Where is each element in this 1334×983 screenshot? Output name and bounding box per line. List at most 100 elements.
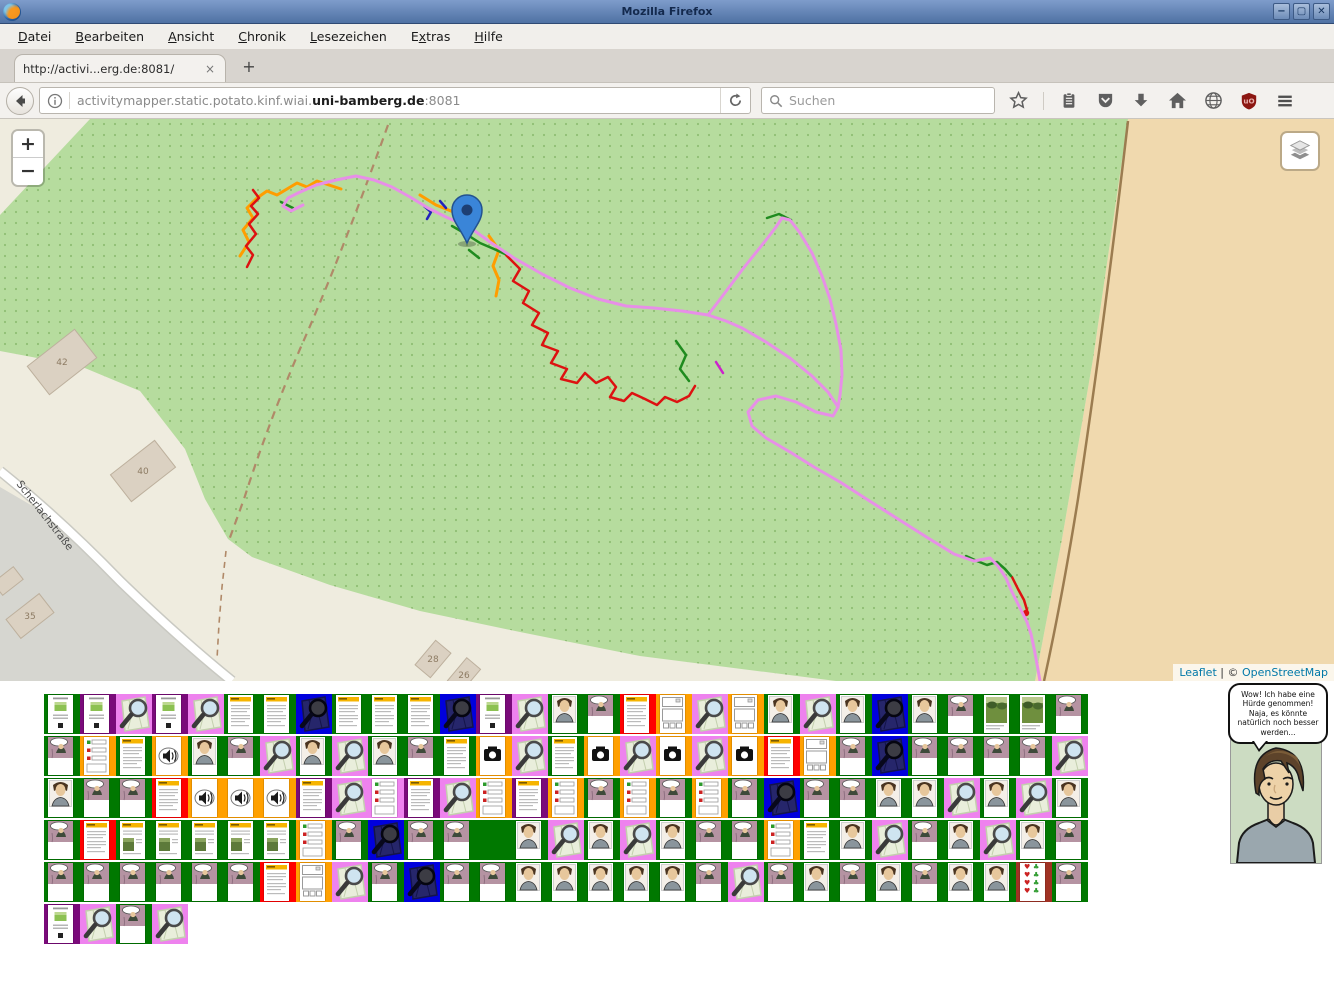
activity-tile-speaker[interactable] (224, 778, 260, 818)
activity-tile-comic[interactable] (800, 778, 836, 818)
activity-tile-comic[interactable] (1052, 820, 1088, 860)
activity-tile-docphoto[interactable] (188, 820, 224, 860)
activity-tile-docphoto[interactable] (224, 820, 260, 860)
activity-tile-osmdark[interactable] (404, 862, 440, 902)
activity-tile-camera[interactable] (728, 736, 764, 776)
activity-tile-osm[interactable] (872, 820, 908, 860)
activity-tile-form[interactable] (296, 862, 332, 902)
activity-tile-doc[interactable] (368, 694, 404, 734)
activity-tile-osm[interactable] (152, 904, 188, 944)
activity-tile-portrait[interactable] (584, 820, 620, 860)
activity-tile-portrait[interactable] (584, 862, 620, 902)
activity-tile-portrait[interactable] (1016, 820, 1052, 860)
activity-tile-comic[interactable] (224, 736, 260, 776)
activity-tile-portrait[interactable] (908, 778, 944, 818)
activity-tile-comic[interactable] (116, 904, 152, 944)
activity-tile-app[interactable] (44, 694, 80, 734)
activity-tile-comic[interactable] (836, 778, 872, 818)
activity-tile-speaker[interactable] (260, 778, 296, 818)
activity-tile-osm[interactable] (512, 736, 548, 776)
menu-datei[interactable]: Datei (8, 25, 61, 48)
activity-tile-comic[interactable] (944, 694, 980, 734)
activity-tile-comic[interactable] (368, 862, 404, 902)
activity-tile-comic[interactable] (908, 862, 944, 902)
activity-tile-checklist[interactable] (368, 778, 404, 818)
activity-tile-osm[interactable] (188, 694, 224, 734)
activity-tile-comic[interactable] (44, 862, 80, 902)
activity-tile-portrait[interactable] (872, 778, 908, 818)
activity-tile-comic[interactable] (584, 778, 620, 818)
activity-tile-osmdark[interactable] (872, 694, 908, 734)
activity-tile-portrait[interactable] (836, 820, 872, 860)
activity-tile-osmdark[interactable] (368, 820, 404, 860)
activity-tile-osmdark[interactable] (296, 694, 332, 734)
activity-tile-doc[interactable] (764, 736, 800, 776)
activity-tile-comic[interactable] (188, 862, 224, 902)
activity-tile-osm[interactable] (332, 736, 368, 776)
activity-tile-hearts[interactable]: ♥♣♥♣♥♣♥♣ (1016, 862, 1052, 902)
activity-tile-comic[interactable] (944, 736, 980, 776)
activity-tile-comic[interactable] (656, 778, 692, 818)
star-icon[interactable] (1007, 90, 1029, 112)
activity-tile-app[interactable] (44, 904, 80, 944)
activity-tile-osm[interactable] (548, 820, 584, 860)
activity-tile-photo[interactable] (980, 694, 1016, 734)
layers-control[interactable] (1282, 133, 1318, 169)
activity-tile-comic[interactable] (728, 820, 764, 860)
url-text[interactable]: activitymapper.static.potato.kinf.wiai.u… (77, 93, 720, 108)
close-button[interactable]: ✕ (1313, 3, 1330, 20)
activity-tile-portrait[interactable] (764, 694, 800, 734)
activity-tile-camera[interactable] (656, 736, 692, 776)
activity-tile-camera[interactable] (584, 736, 620, 776)
activity-tile-doc[interactable] (800, 820, 836, 860)
tab-close-icon[interactable]: × (203, 62, 217, 76)
activity-tile-osmdark[interactable] (872, 736, 908, 776)
activity-tile-doc[interactable] (512, 778, 548, 818)
activity-tile-osm[interactable] (332, 778, 368, 818)
search-box[interactable]: Suchen (761, 87, 995, 114)
activity-tile-doc[interactable] (404, 778, 440, 818)
activity-tile-comic[interactable] (332, 820, 368, 860)
activity-tile-checklist[interactable] (476, 778, 512, 818)
activity-tile-doc[interactable] (80, 820, 116, 860)
activity-tile-osm[interactable] (692, 694, 728, 734)
activity-tile-portrait[interactable] (548, 862, 584, 902)
activity-tile-comic[interactable] (476, 862, 512, 902)
activity-tile-comic[interactable] (44, 736, 80, 776)
activity-tile-app[interactable] (476, 694, 512, 734)
activity-tile-comic[interactable] (152, 862, 188, 902)
pocket-icon[interactable] (1094, 90, 1116, 112)
activity-tile-comic[interactable] (728, 778, 764, 818)
activity-tile-osm[interactable] (512, 694, 548, 734)
activity-tile-portrait[interactable] (512, 862, 548, 902)
activity-tile-comic[interactable] (980, 736, 1016, 776)
home-icon[interactable] (1166, 90, 1188, 112)
leaflet-link[interactable]: Leaflet (1179, 666, 1216, 679)
download-icon[interactable] (1130, 90, 1152, 112)
activity-tile-portrait[interactable] (188, 736, 224, 776)
leaflet-map[interactable]: 42 40 35 28 26 Scherlachstraße (0, 119, 1334, 681)
activity-tile-comic[interactable] (440, 820, 476, 860)
activity-tile-comic[interactable] (1052, 862, 1088, 902)
activity-tile-comic[interactable] (1016, 736, 1052, 776)
activity-tile-doc[interactable] (548, 736, 584, 776)
activity-tile-portrait[interactable] (1052, 778, 1088, 818)
activity-tile-docphoto[interactable] (152, 820, 188, 860)
activity-tile-doc[interactable] (296, 778, 332, 818)
activity-tile-doc[interactable] (404, 694, 440, 734)
menu-chronik[interactable]: Chronik (228, 25, 296, 48)
activity-tile-doc[interactable] (116, 736, 152, 776)
activity-tile-docphoto[interactable] (116, 820, 152, 860)
activity-tile-camera[interactable] (476, 736, 512, 776)
ublock-icon[interactable]: uO (1238, 90, 1260, 112)
activity-tile-comic[interactable] (908, 820, 944, 860)
activity-tile-form[interactable] (656, 694, 692, 734)
menu-icon[interactable] (1274, 90, 1296, 112)
activity-tile-doc[interactable] (332, 694, 368, 734)
new-tab-button[interactable]: + (236, 55, 262, 79)
menu-bearbeiten[interactable]: Bearbeiten (65, 25, 154, 48)
activity-tile-speaker[interactable] (188, 778, 224, 818)
url-bar[interactable]: activitymapper.static.potato.kinf.wiai.u… (39, 87, 751, 114)
activity-tile-comic[interactable] (584, 694, 620, 734)
activity-tile-portrait[interactable] (512, 820, 548, 860)
